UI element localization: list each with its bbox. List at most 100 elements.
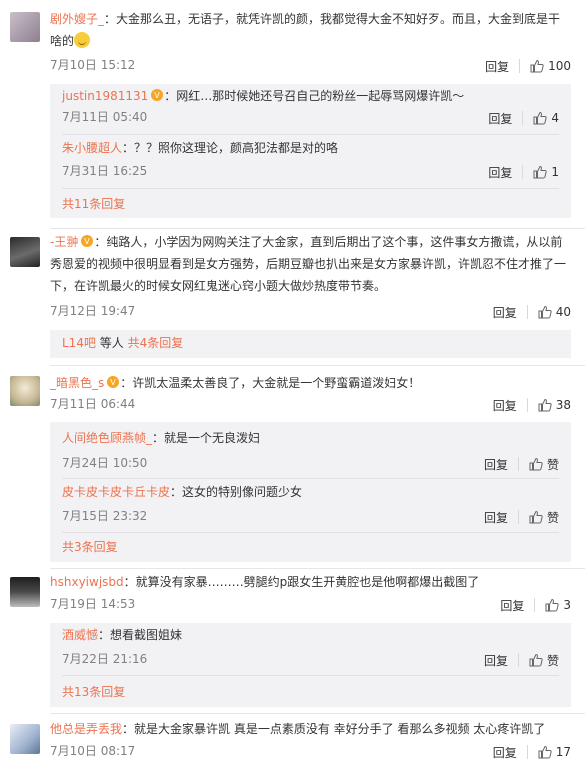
divider [522,111,524,125]
like-button[interactable]: 赞 [529,652,559,669]
like-count: 17 [555,745,571,759]
avatar[interactable] [10,12,40,42]
reply-username[interactable]: 朱小腰超人 [62,141,122,155]
divider [517,457,519,471]
comment-username[interactable]: hshxyiwjsbd [50,575,124,589]
like-count: 38 [555,398,571,412]
replies-box: 酒威憾：想看截图姐妹 7月22日 21:16 回复 赞 共13条回复 [50,623,571,707]
like-button[interactable]: 3 [545,598,571,612]
reply-button[interactable]: 回复 [493,304,517,321]
divider [62,134,559,135]
comment-date: 7月19日 14:53 [50,597,136,611]
reply-date: 7月24日 10:50 [62,456,148,470]
reply-content: ：这女的特别像问题少女 [170,485,303,499]
comment-text: _暗黑色_s V ：许凯太温柔太善良了，大金就是一个野蛮霸道泼妇女！ [50,372,571,394]
comment-content: ：纯路人，小学因为网购关注了大金家，直到后期出了这个事，这件事女方撒谎，从以前 [94,235,563,249]
avatar[interactable] [10,376,40,406]
divider [526,398,528,412]
thumbs-up-icon [529,510,543,524]
comment-date: 7月10日 15:12 [50,58,136,72]
like-button[interactable]: 17 [538,745,571,759]
comment-date: 7月11日 06:44 [50,397,136,411]
thumbs-up-icon [533,111,548,125]
comment: -王翀 V ：纯路人，小学因为网购关注了大金家，直到后期出了这个事，这件事女方撒谎，… [0,229,585,365]
comment-text: 剧外嫂子_：大金那么丑，无语子，就凭许凯的颜，我都觉得大金不知好歹。而且，大金到… [50,8,571,52]
like-count: 3 [563,598,571,612]
reply-username[interactable]: 人间绝色顾燕帧_ [62,431,152,445]
avatar[interactable] [10,577,40,607]
like-button[interactable]: 1 [533,165,559,179]
reply-button[interactable]: 回复 [484,652,508,669]
comment-date: 7月10日 08:17 [50,744,136,758]
like-button[interactable]: 100 [530,59,571,73]
reply-content: ：网红…那时候她还号召自己的粉丝一起辱骂网爆许凯～ [164,89,465,103]
comment-content: ：许凯太温柔太善良了，大金就是一个野蛮霸道泼妇女！ [120,376,421,390]
thumbs-up-icon [529,457,543,471]
like-count: 赞 [546,457,559,472]
reply-date: 7月15日 23:32 [62,509,148,523]
reply-button[interactable]: 回复 [485,58,509,75]
like-count: 4 [551,111,559,125]
reply-content: ：？？照你这理论，颜高犯法都是对的咯 [122,141,339,155]
divider [62,478,559,479]
reply-button[interactable]: 回复 [493,744,517,761]
reply-username[interactable]: 酒威憾 [62,628,98,642]
more-replies-link[interactable]: 共11条回复 [62,195,125,212]
comment: 他总是弄丢我：就是大金家暴许凯 真是一点素质没有 幸好分手了 看那么多视频 太心… [0,714,585,765]
divider [62,675,559,676]
divider [522,165,524,179]
comment-username[interactable]: 他总是弄丢我 [50,722,122,736]
like-button[interactable]: 4 [533,111,559,125]
more-replies-link[interactable]: 共4条回复 [128,336,184,350]
comment-content: 秀恩爱的视频中很明显看到是女方强势，后期豆瓣也扒出来是女方家暴许凯，许凯忍不住才… [50,257,567,271]
comment-username[interactable]: -王翀 [50,235,78,249]
smile-emoji-icon [74,32,91,48]
reply-button[interactable]: 回复 [493,397,517,414]
like-button[interactable]: 40 [538,305,571,319]
reply-username[interactable]: justin1981131 [62,89,148,103]
like-button[interactable]: 38 [538,398,571,412]
replies-box: L14吧 等人 共4条回复 [50,330,571,358]
reply-button[interactable]: 回复 [488,164,512,181]
comment-content: ：大金那么丑，无语子，就凭许凯的颜，我都觉得大金不知好歹。而且，大金到底是干啥的 [50,12,561,48]
divider [62,532,559,533]
reply-button[interactable]: 回复 [484,509,508,526]
comment: hshxyiwjsbd：就算没有家暴………劈腿约p跟女生开黄腔也是他啊都爆出截图… [0,569,585,713]
comment-text: -王翀 V ：纯路人，小学因为网购关注了大金家，直到后期出了这个事，这件事女方撒谎，… [50,231,571,297]
like-button[interactable]: 赞 [529,456,559,473]
comment: _暗黑色_s V ：许凯太温柔太善良了，大金就是一个野蛮霸道泼妇女！ 7月11日 0… [0,366,585,568]
reply-preview-text: 等人 [99,336,124,350]
divider [62,188,559,189]
reply-username[interactable]: L14吧 [62,336,96,350]
reply-date: 7月31日 16:25 [62,164,148,178]
reply-content: ：想看截图姐妹 [98,628,183,642]
reply-date: 7月22日 21:16 [62,652,148,666]
divider [526,745,528,759]
more-replies-link[interactable]: 共3条回复 [62,538,118,555]
more-replies-link[interactable]: 共13条回复 [62,683,125,700]
comment-date: 7月12日 19:47 [50,304,136,318]
reply-button[interactable]: 回复 [484,456,508,473]
comment-content: ：就算没有家暴………劈腿约p跟女生开黄腔也是他啊都爆出截图了 [123,575,480,589]
reply-username[interactable]: 皮卡皮卡皮卡丘卡皮 [62,485,170,499]
like-button[interactable]: 赞 [529,509,559,526]
comment-username[interactable]: 剧外嫂子_ [50,12,104,26]
thumbs-up-icon [530,59,544,73]
svg-text:V: V [155,91,161,100]
thumbs-up-icon [538,398,552,412]
divider [526,305,528,319]
like-count: 1 [551,165,559,179]
comment-text: hshxyiwjsbd：就算没有家暴………劈腿约p跟女生开黄腔也是他啊都爆出截图… [50,571,571,593]
avatar[interactable] [10,724,40,754]
replies-box: justin1981131 V ：网红…那时候她还号召自己的粉丝一起辱骂网爆许凯～ … [50,84,571,218]
replies-box: 人间绝色顾燕帧_：就是一个无良泼妇 7月24日 10:50 回复 赞 皮卡皮卡皮… [50,422,571,562]
avatar[interactable] [10,237,40,267]
reply-button[interactable]: 回复 [488,110,512,127]
verified-badge-icon: V [151,89,164,101]
comment-username[interactable]: _暗黑色_s [50,376,104,390]
reply-button[interactable]: 回复 [500,597,524,614]
divider [534,598,536,612]
comment: 剧外嫂子_：大金那么丑，无语子，就凭许凯的颜，我都觉得大金不知好歹。而且，大金到… [0,0,585,228]
comment-content: ：就是大金家暴许凯 真是一点素质没有 幸好分手了 看那么多视频 太心疼许凯了 [122,722,546,736]
thumbs-up-icon [538,305,552,319]
